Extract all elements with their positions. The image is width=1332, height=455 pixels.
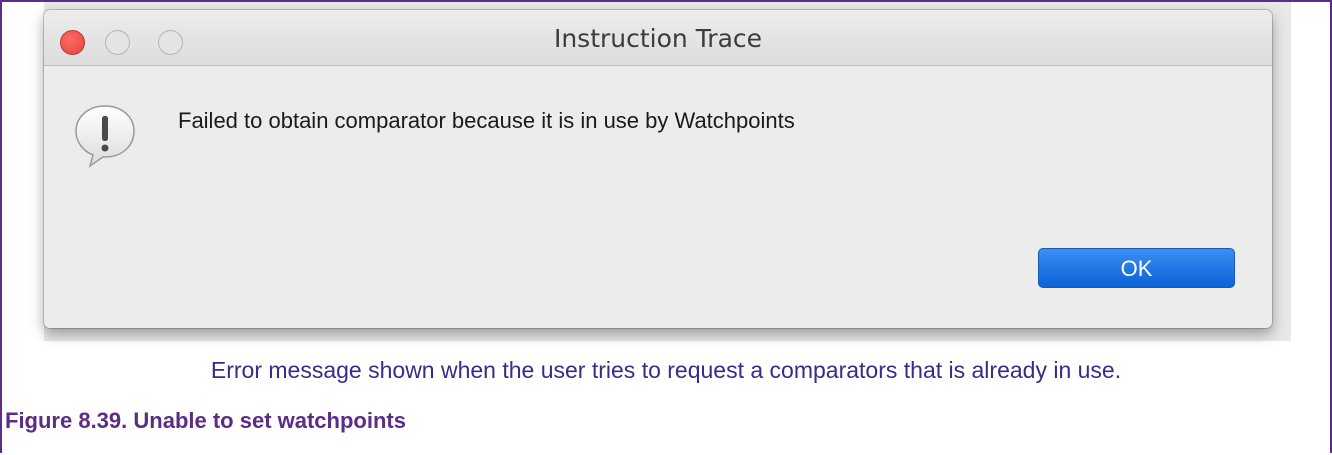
figure-title: Figure 8.39. Unable to set watchpoints (5, 408, 406, 433)
figure-caption: Error message shown when the user tries … (210, 357, 1122, 383)
dialog-titlebar: Instruction Trace (44, 10, 1272, 66)
alert-message: Failed to obtain comparator because it i… (178, 108, 795, 133)
alert-dialog: Instruction Trace Failed to obtain compa… (44, 10, 1272, 328)
ok-button[interactable]: OK (1038, 248, 1235, 288)
dialog-title: Instruction Trace (553, 24, 763, 53)
alert-icon (70, 100, 140, 170)
